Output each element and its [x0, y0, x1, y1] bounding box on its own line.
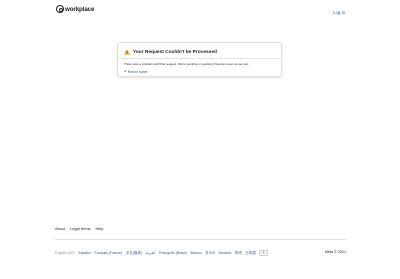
- workplace-logo[interactable]: workplace: [56, 5, 94, 13]
- return-home-link[interactable]: Return home: [128, 70, 148, 74]
- language-option[interactable]: हिन्दी: [235, 251, 242, 256]
- return-home-row[interactable]: ◂ Return home: [124, 69, 148, 74]
- error-card: Your Request Couldn't be Processed There…: [117, 42, 282, 77]
- footer-link-legal-terms[interactable]: Legal terms: [70, 226, 90, 231]
- top-header: workplace Log in: [0, 0, 400, 24]
- language-option[interactable]: Português (Brasil): [159, 251, 187, 255]
- footer-links: About Legal terms Help: [55, 226, 104, 231]
- footer-link-about[interactable]: About: [55, 226, 65, 231]
- more-languages-button[interactable]: +: [259, 250, 269, 256]
- language-option[interactable]: Français (France): [95, 251, 123, 255]
- warning-icon: [124, 49, 130, 55]
- workplace-logo-icon: [56, 5, 64, 13]
- copyright: Meta © 2021: [324, 250, 346, 254]
- language-selector: English (US) Español Français (France) 中…: [55, 250, 269, 256]
- card-divider: [118, 58, 281, 59]
- language-option[interactable]: 中文(简体): [126, 251, 142, 256]
- current-language: English (US): [55, 251, 75, 255]
- error-title: Your Request Couldn't be Processed: [133, 49, 217, 55]
- error-title-row: Your Request Couldn't be Processed: [124, 49, 217, 55]
- footer-divider: [55, 239, 346, 240]
- language-option[interactable]: Español: [78, 251, 91, 255]
- logo-text: workplace: [65, 5, 95, 13]
- language-option[interactable]: 日本語: [245, 251, 256, 256]
- chevron-left-icon: ◂: [124, 69, 126, 74]
- language-option[interactable]: Italiano: [190, 251, 201, 255]
- language-option[interactable]: 한국어: [205, 251, 215, 256]
- login-link[interactable]: Log in: [333, 10, 345, 15]
- language-option[interactable]: Deutsch: [219, 251, 232, 255]
- footer-link-help[interactable]: Help: [96, 226, 104, 231]
- language-option[interactable]: العربية: [146, 251, 156, 255]
- error-message: There was a problem with this request. W…: [124, 62, 250, 66]
